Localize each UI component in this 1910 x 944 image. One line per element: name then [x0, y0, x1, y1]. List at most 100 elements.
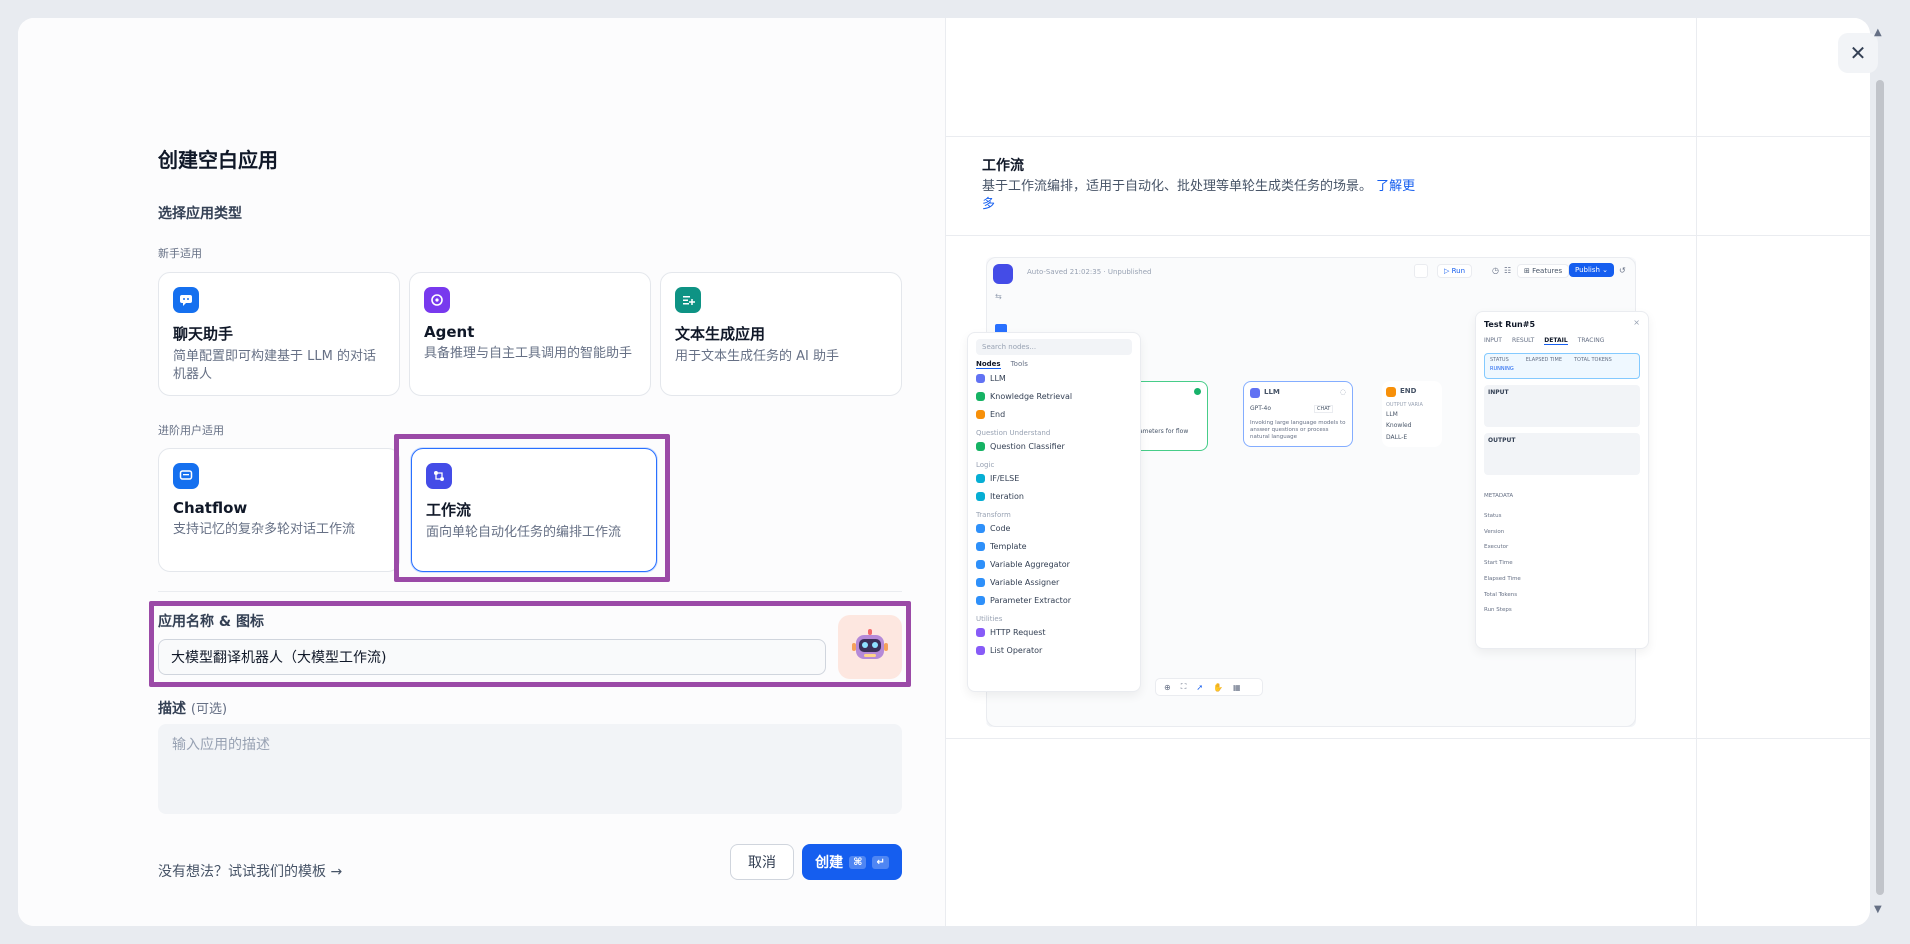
- llm-node: LLM ◌ GPT-4o CHAT Invoking large languag…: [1243, 381, 1353, 447]
- app-type-card-chatflow[interactable]: Chatflow 支持记忆的复杂多轮对话工作流: [158, 448, 400, 572]
- app-type-card-workflow[interactable]: 工作流 面向单轮自动化任务的编排工作流: [411, 448, 657, 572]
- checklist-icon: ☷: [1504, 266, 1512, 275]
- node-group-label: Transform: [976, 511, 1011, 519]
- node-label: Parameter Extractor: [990, 595, 1071, 605]
- workflow-preview-image: ⇆ Auto-Saved 21:02:35 · Unpublished ▷ Ru…: [967, 257, 1649, 727]
- test-run-tabs: INPUT RESULT DETAIL TRACING: [1484, 337, 1640, 345]
- app-type-desc: 简单配置即可构建基于 LLM 的对话机器人: [173, 349, 376, 382]
- meta-row: Start Time: [1484, 560, 1513, 567]
- node-item: Template: [976, 537, 1132, 555]
- create-button[interactable]: 创建 ⌘ ↵: [802, 844, 902, 880]
- app-type-name: 聊天助手: [173, 325, 234, 343]
- metadata-label: METADATA: [1484, 493, 1514, 499]
- preview-desc: 基于工作流编排，适用于自动化、批处理等单轮生成类任务的场景。 了解更多: [982, 178, 1422, 214]
- description-textarea[interactable]: 输入应用的描述: [158, 724, 902, 814]
- preview-grid-line: [946, 235, 1870, 236]
- tab-nodes: Nodes: [976, 360, 1001, 369]
- optional-tag: (可选): [190, 702, 228, 717]
- node-label: Code: [990, 523, 1011, 533]
- cancel-button[interactable]: 取消: [730, 844, 794, 880]
- end-icon: [1386, 387, 1396, 397]
- run-status-box: STATUS RUNNING ELAPSED TIME TOTAL TOKENS: [1484, 353, 1640, 379]
- node-item: HTTP Request: [976, 623, 1132, 641]
- features-label: Features: [1532, 267, 1563, 275]
- layout-icon: [1414, 264, 1428, 278]
- node-label: LLM: [990, 373, 1006, 383]
- http-icon: [976, 627, 985, 637]
- end-var: DALL-E: [1386, 434, 1408, 441]
- meta-row: Total Tokens: [1484, 591, 1518, 598]
- description-label-text: 描述: [158, 701, 186, 717]
- section-divider: [158, 591, 902, 592]
- zoom-icon: ⊕: [1164, 682, 1171, 692]
- close-icon: ×: [1633, 318, 1640, 327]
- node-item: Parameter Extractor: [976, 591, 1132, 609]
- node-label: Knowledge Retrieval: [990, 391, 1073, 401]
- workflow-icon: [426, 463, 452, 489]
- node-item: Code: [976, 519, 1132, 537]
- app-type-card-chat[interactable]: 聊天助手 简单配置即可构建基于 LLM 的对话机器人: [158, 272, 400, 396]
- classifier-icon: [976, 441, 985, 451]
- advanced-group-label: 进阶用户适用: [158, 424, 224, 437]
- node-item: LLM: [976, 369, 1132, 387]
- node-item: Variable Assigner: [976, 573, 1132, 591]
- node-label: End: [990, 409, 1006, 419]
- scroll-up-arrow-icon[interactable]: ▲: [1874, 27, 1882, 38]
- robot-icon: [424, 287, 450, 313]
- tab-tools: Tools: [1010, 360, 1028, 368]
- node-label: List Operator: [990, 645, 1043, 655]
- app-name-input[interactable]: 大模型翻译机器人（大模型工作流): [158, 639, 826, 675]
- node-group-label: Utilities: [976, 615, 1003, 623]
- canvas-control-bar: ⊕ ⛶ ➚ ✋ ▦: [1155, 678, 1263, 696]
- features-button: ⊞ Features: [1517, 264, 1570, 278]
- history-icon: ◷: [1492, 266, 1499, 275]
- enter-key-icon: ↵: [872, 855, 889, 869]
- node-item: Knowledge Retrieval: [976, 387, 1132, 405]
- meta-row: Run Steps: [1484, 607, 1512, 614]
- total-tokens-label: TOTAL TOKENS: [1574, 357, 1612, 363]
- node-item: Iteration: [976, 487, 1132, 505]
- scrollbar-thumb[interactable]: [1876, 80, 1884, 895]
- assigner-icon: [976, 577, 985, 587]
- llm-mode-badge: CHAT: [1314, 405, 1334, 413]
- close-button[interactable]: ✕: [1838, 33, 1878, 73]
- text-generate-icon: [675, 287, 701, 313]
- node-label: Iteration: [990, 491, 1024, 501]
- template-icon: [976, 541, 985, 551]
- code-icon: [976, 523, 985, 533]
- app-type-card-text-generation[interactable]: 文本生成应用 用于文本生成任务的 AI 助手: [660, 272, 902, 396]
- node-tabs: Nodes Tools: [976, 360, 1132, 369]
- app-type-section-title: 选择应用类型: [158, 206, 242, 222]
- llm-icon: [1250, 388, 1260, 398]
- test-run-title: Test Run#5: [1484, 320, 1536, 329]
- app-type-name: 工作流: [426, 501, 472, 519]
- template-link[interactable]: 没有想法？试试我们的模板 →: [158, 861, 342, 881]
- scroll-down-arrow-icon[interactable]: ▼: [1874, 904, 1882, 915]
- app-type-desc: 用于文本生成任务的 AI 助手: [675, 349, 839, 364]
- preview-desc-text: 基于工作流编排，适用于自动化、批处理等单轮生成类任务的场景。: [982, 179, 1373, 194]
- workflow-canvas: ⇆ Auto-Saved 21:02:35 · Unpublished ▷ Ru…: [967, 257, 1649, 727]
- app-type-desc: 支持记忆的复杂多轮对话工作流: [173, 522, 356, 537]
- chatflow-icon: [173, 463, 199, 489]
- meta-row: Version: [1484, 528, 1505, 535]
- node-label: Question Classifier: [990, 441, 1065, 451]
- extractor-icon: [976, 595, 985, 605]
- preview-title: 工作流: [982, 158, 1024, 174]
- end-node-title: END: [1400, 387, 1417, 395]
- app-icon-picker[interactable]: [838, 615, 902, 679]
- meta-row: Status: [1484, 513, 1502, 519]
- tab-tracing: TRACING: [1577, 337, 1605, 344]
- node-search-input: Search nodes...: [976, 339, 1132, 355]
- create-app-modal: 创建空白应用 选择应用类型 新手适用 聊天助手 简单配置即可构建基于 LLM 的…: [18, 18, 1870, 926]
- grid-icon: ▦: [1232, 682, 1241, 692]
- iteration-icon: [976, 491, 985, 501]
- app-type-card-agent[interactable]: Agent 具备推理与自主工具调用的智能助手: [409, 272, 651, 396]
- end-output-label: OUTPUT VARIA: [1386, 402, 1423, 408]
- llm-node-title: LLM: [1264, 388, 1280, 396]
- node-label: Variable Aggregator: [990, 559, 1070, 569]
- tab-detail: DETAIL: [1544, 337, 1568, 345]
- undo-icon: ⇆: [995, 292, 1002, 301]
- metadata-list: Status Version Executor Start Time Elaps…: [1484, 509, 1640, 619]
- create-button-label: 创建: [815, 855, 844, 871]
- chat-bubble-icon: [173, 287, 199, 313]
